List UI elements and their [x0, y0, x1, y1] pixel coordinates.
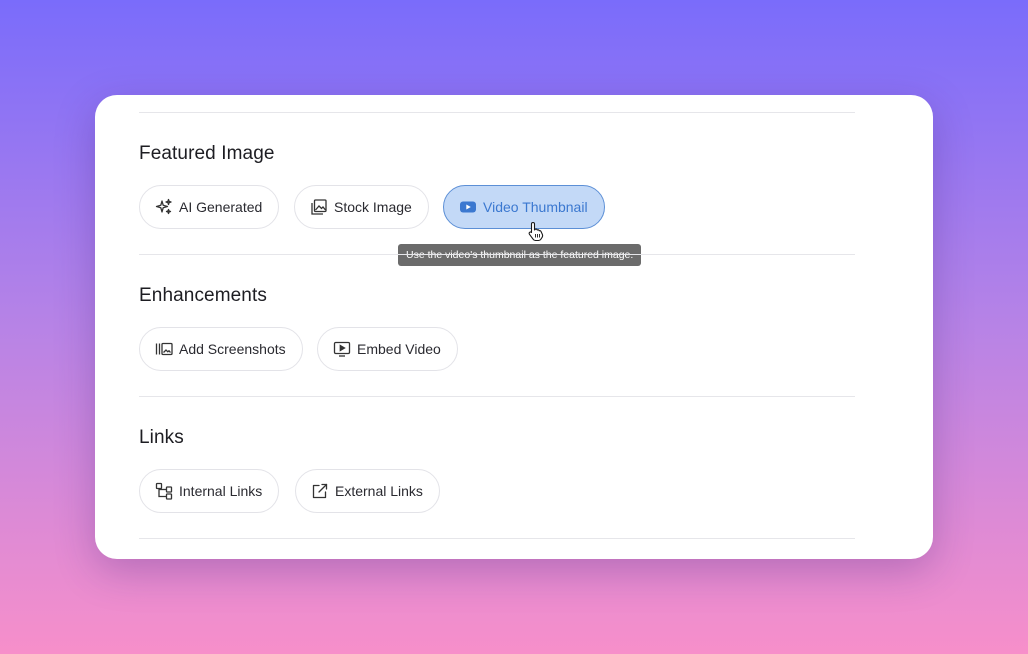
embed-video-label: Embed Video	[357, 341, 441, 357]
sparkles-icon	[155, 198, 173, 216]
section-title-featured-image: Featured Image	[139, 143, 275, 164]
sitemap-icon	[155, 482, 173, 500]
stock-image-label: Stock Image	[334, 199, 412, 215]
divider	[139, 396, 855, 397]
hand-pointer-cursor-icon	[527, 221, 545, 243]
divider	[139, 254, 855, 255]
divider	[139, 538, 855, 539]
add-screenshots-label: Add Screenshots	[179, 341, 286, 357]
screenshots-icon	[155, 340, 173, 358]
youtube-icon	[459, 198, 477, 216]
image-gallery-icon	[310, 198, 328, 216]
video-thumbnail-label: Video Thumbnail	[483, 199, 588, 215]
internal-links-button[interactable]: Internal Links	[139, 469, 280, 513]
video-thumbnail-button[interactable]: Video Thumbnail	[443, 185, 605, 229]
add-screenshots-button[interactable]: Add Screenshots	[139, 327, 303, 371]
stock-image-button[interactable]: Stock Image	[294, 185, 429, 229]
embed-video-icon	[333, 340, 351, 358]
options-card: Featured Image AI Generated Stock Image	[95, 95, 933, 559]
video-thumbnail-tooltip: Use the video's thumbnail as the feature…	[398, 244, 642, 266]
ai-generated-label: AI Generated	[179, 199, 263, 215]
ai-generated-button[interactable]: AI Generated	[139, 185, 280, 229]
internal-links-label: Internal Links	[179, 483, 263, 499]
external-links-label: External Links	[335, 483, 423, 499]
external-links-button[interactable]: External Links	[295, 469, 440, 513]
external-link-icon	[311, 482, 329, 500]
divider	[139, 112, 855, 113]
section-title-enhancements: Enhancements	[139, 285, 267, 306]
section-title-links: Links	[139, 427, 184, 448]
embed-video-button[interactable]: Embed Video	[317, 327, 458, 371]
